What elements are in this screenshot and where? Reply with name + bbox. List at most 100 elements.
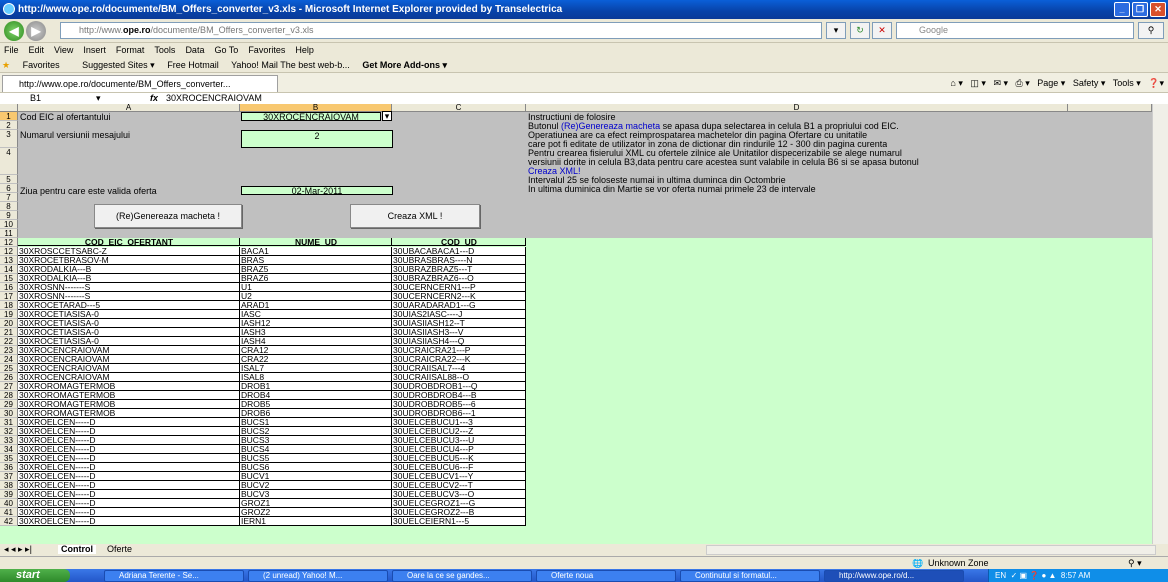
- address-dropdown-button[interactable]: ▾: [826, 22, 846, 39]
- page-menu[interactable]: Page ▾: [1037, 78, 1065, 88]
- task-yahoo[interactable]: (2 unread) Yahoo! M...: [248, 570, 388, 582]
- row-header[interactable]: 42: [0, 517, 18, 526]
- menu-tools[interactable]: Tools: [154, 43, 175, 57]
- table-cell[interactable]: 30XROROMAGTERMOB: [18, 409, 240, 418]
- language-indicator[interactable]: EN: [995, 571, 1006, 580]
- cod-eic-dropdown-icon[interactable]: ▾: [382, 111, 392, 121]
- row-header[interactable]: 26: [0, 373, 18, 382]
- table-cell[interactable]: 30XROELCEN-----D: [18, 436, 240, 445]
- row-header[interactable]: 20: [0, 319, 18, 328]
- table-cell[interactable]: 30UDROBDROB6---1: [392, 409, 526, 418]
- instr-create-xml-link[interactable]: Creaza XML!: [528, 167, 581, 176]
- start-button[interactable]: start: [0, 569, 70, 582]
- back-button[interactable]: ◀: [4, 21, 24, 41]
- name-box[interactable]: B1: [30, 94, 41, 103]
- regenerate-button[interactable]: (Re)Genereaza macheta !: [94, 204, 242, 228]
- print-icon[interactable]: ⎙ ▾: [1016, 78, 1030, 88]
- row-header[interactable]: 5: [0, 175, 18, 184]
- create-xml-button[interactable]: Creaza XML !: [350, 204, 480, 228]
- table-cell[interactable]: GROZ1: [240, 499, 392, 508]
- table-cell[interactable]: 30UCERNCERN2---K: [392, 292, 526, 301]
- safety-menu[interactable]: Safety ▾: [1073, 78, 1106, 88]
- row-header[interactable]: 34: [0, 445, 18, 454]
- table-cell[interactable]: 30XROELCEN-----D: [18, 427, 240, 436]
- version-input[interactable]: 2: [241, 130, 393, 148]
- row-header[interactable]: 17: [0, 292, 18, 301]
- table-cell[interactable]: 30XROELCEN-----D: [18, 481, 240, 490]
- task-adriana[interactable]: Adriana Terente - Se...: [104, 570, 244, 582]
- row-header[interactable]: 7: [0, 193, 18, 202]
- table-cell[interactable]: 30UIASIIASH3---V: [392, 328, 526, 337]
- table-cell[interactable]: 30UELCEBUCV2---T: [392, 481, 526, 490]
- table-cell[interactable]: 30UELCEBUCV1---Y: [392, 472, 526, 481]
- row-header[interactable]: 29: [0, 400, 18, 409]
- refresh-icon[interactable]: ↻: [850, 22, 870, 39]
- maximize-button[interactable]: ❐: [1132, 2, 1148, 17]
- fav-free-hotmail[interactable]: Free Hotmail: [167, 60, 219, 70]
- table-cell[interactable]: 30UELCEBUCU4---P: [392, 445, 526, 454]
- row-header[interactable]: 6: [0, 184, 18, 193]
- row-header[interactable]: 35: [0, 454, 18, 463]
- table-cell[interactable]: 30UELCEBUCU6---F: [392, 463, 526, 472]
- table-cell[interactable]: 30UCRAIISAL88--O: [392, 373, 526, 382]
- row-header[interactable]: 21: [0, 328, 18, 337]
- table-cell[interactable]: IASH4: [240, 337, 392, 346]
- table-cell[interactable]: 30UELCEBUCU1---3: [392, 418, 526, 427]
- column-header-a[interactable]: A: [18, 104, 240, 112]
- row-header[interactable]: 18: [0, 301, 18, 310]
- table-cell[interactable]: 30UBACABACA1---D: [392, 247, 526, 256]
- table-cell[interactable]: 30XROCETIASISA-0: [18, 328, 240, 337]
- table-cell[interactable]: 30XROCETIASISA-0: [18, 319, 240, 328]
- row-header[interactable]: 39: [0, 490, 18, 499]
- table-cell[interactable]: 30XROELCEN-----D: [18, 499, 240, 508]
- stop-icon[interactable]: ✕: [872, 22, 892, 39]
- table-cell[interactable]: 30XROCENCRAIOVAM: [18, 346, 240, 355]
- row-header[interactable]: 27: [0, 382, 18, 391]
- table-cell[interactable]: 30UARADARAD1---G: [392, 301, 526, 310]
- menu-view[interactable]: View: [54, 43, 73, 57]
- row-header[interactable]: 13: [0, 256, 18, 265]
- row-header[interactable]: 25: [0, 364, 18, 373]
- table-cell[interactable]: 30UELCEIERN1---5: [392, 517, 526, 526]
- table-cell[interactable]: 30XROROMAGTERMOB: [18, 400, 240, 409]
- menu-data[interactable]: Data: [185, 43, 204, 57]
- table-cell[interactable]: 30XROCETARAD---5: [18, 301, 240, 310]
- row-header[interactable]: 2: [0, 121, 18, 130]
- forward-button[interactable]: ▶: [26, 21, 46, 41]
- table-cell[interactable]: 30UIASIIASH12--T: [392, 319, 526, 328]
- table-cell[interactable]: 30XROELCEN-----D: [18, 463, 240, 472]
- task-ie-active[interactable]: http://www.ope.ro/d...: [824, 570, 964, 582]
- table-cell[interactable]: 30XROELCEN-----D: [18, 508, 240, 517]
- table-cell[interactable]: DROB1: [240, 382, 392, 391]
- table-cell[interactable]: 30UCRAIISAL7---4: [392, 364, 526, 373]
- fav-get-addons[interactable]: Get More Add-ons ▾: [362, 60, 447, 70]
- column-header-c[interactable]: C: [392, 104, 526, 112]
- table-cell[interactable]: DROB5: [240, 400, 392, 409]
- row-header[interactable]: 36: [0, 463, 18, 472]
- table-cell[interactable]: BUCV2: [240, 481, 392, 490]
- row-header[interactable]: 15: [0, 274, 18, 283]
- table-cell[interactable]: 30UELCEGROZ2---B: [392, 508, 526, 517]
- table-cell[interactable]: ARAD1: [240, 301, 392, 310]
- table-cell[interactable]: 30XROCETIASISA-0: [18, 337, 240, 346]
- table-cell[interactable]: ISAL7: [240, 364, 392, 373]
- table-cell[interactable]: 30UELCEBUCU2---Z: [392, 427, 526, 436]
- formula-value[interactable]: 30XROCENCRAIOVAM: [166, 94, 262, 103]
- row-header[interactable]: 12: [0, 238, 18, 247]
- table-cell[interactable]: 30XROELCEN-----D: [18, 454, 240, 463]
- table-cell[interactable]: 30XROCENCRAIOVAM: [18, 355, 240, 364]
- table-cell[interactable]: 30UBRAZBRAZ6---O: [392, 274, 526, 283]
- table-cell[interactable]: 30UCERNCERN1---P: [392, 283, 526, 292]
- row-header[interactable]: 32: [0, 427, 18, 436]
- table-cell[interactable]: 30XROELCEN-----D: [18, 445, 240, 454]
- table-cell[interactable]: BACA1: [240, 247, 392, 256]
- vertical-scrollbar[interactable]: [1152, 104, 1168, 544]
- table-cell[interactable]: GROZ2: [240, 508, 392, 517]
- table-cell[interactable]: 30UDROBDROB1---Q: [392, 382, 526, 391]
- horizontal-scrollbar[interactable]: [706, 545, 1156, 555]
- table-cell[interactable]: 30XRODALKIA---B: [18, 265, 240, 274]
- row-header[interactable]: 23: [0, 346, 18, 355]
- table-cell[interactable]: 30XROELCEN-----D: [18, 490, 240, 499]
- home-icon[interactable]: ⌂ ▾: [950, 78, 962, 88]
- browser-tab[interactable]: http://www.ope.ro/documente/BM_Offers_co…: [2, 75, 278, 92]
